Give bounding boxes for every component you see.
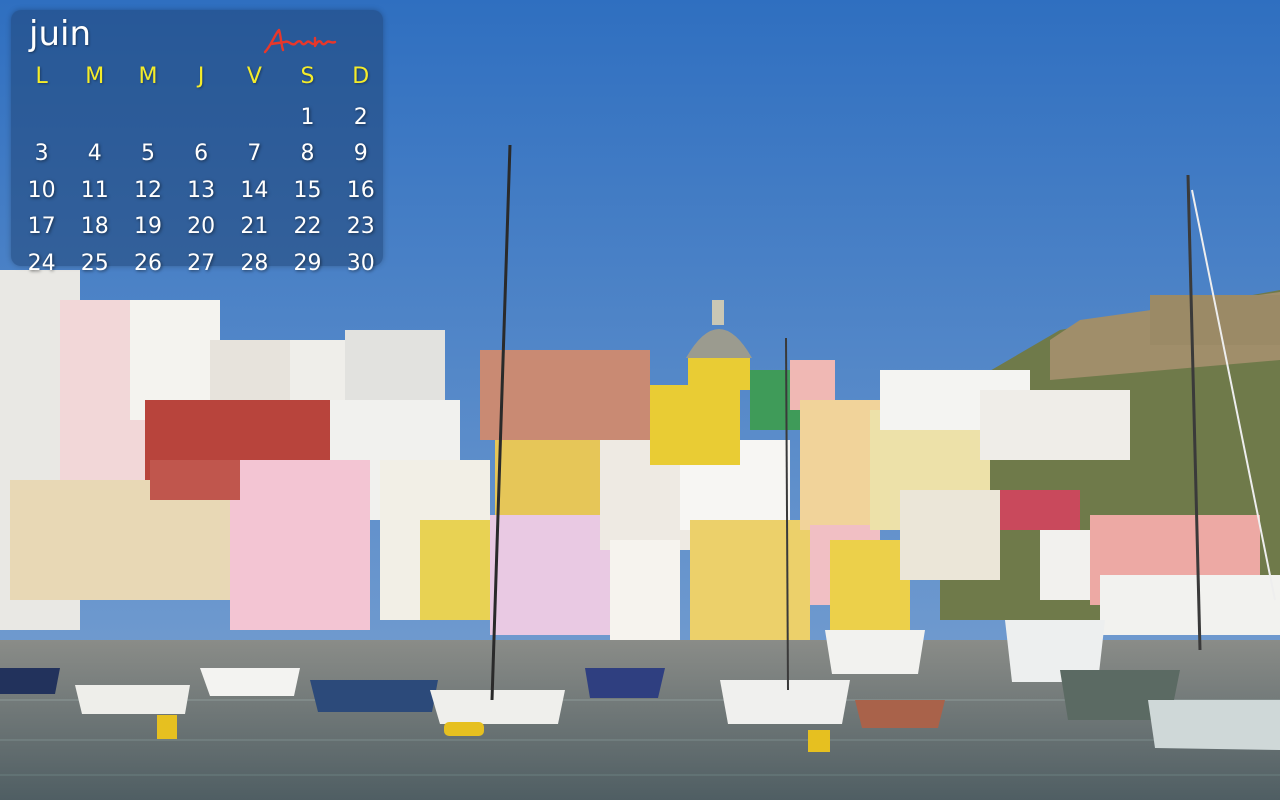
calendar-day: 21 (240, 214, 269, 240)
calendar-day: 25 (80, 250, 109, 276)
calendar-day: 17 (27, 214, 56, 240)
calendar-day: 5 (140, 141, 155, 167)
weekday-tuesday: M (85, 64, 105, 89)
calendar-day: 30 (346, 250, 375, 276)
calendar-grid: L M M J V S D 1 2 3 4 5 6 7 8 9 10 11 12… (15, 62, 388, 282)
calendar-day: 4 (87, 141, 102, 167)
calendar-day: 3 (34, 141, 49, 167)
calendar-day: 20 (187, 214, 216, 240)
calendar-month-title: juin (29, 14, 91, 54)
weekday-wednesday: M (138, 64, 158, 89)
calendar-day: 2 (353, 104, 368, 130)
calendar-day: 7 (247, 141, 262, 167)
calendar-day: 19 (133, 214, 162, 240)
calendar-day (175, 99, 228, 136)
weekday-monday: L (35, 64, 48, 89)
calendar-widget: juin L M M J V S D 1 2 3 4 5 6 7 8 9 10 … (11, 10, 383, 276)
weekday-saturday: S (300, 64, 315, 89)
signature-logo (263, 28, 337, 54)
calendar-day: 15 (293, 177, 322, 203)
calendar-day (68, 99, 121, 136)
weekday-thursday: J (197, 64, 205, 89)
calendar-day: 1 (300, 104, 315, 130)
calendar-day: 9 (353, 141, 368, 167)
calendar-day: 18 (80, 214, 109, 240)
calendar-day: 14 (240, 177, 269, 203)
weekday-sunday: D (352, 64, 370, 89)
calendar-day: 6 (194, 141, 209, 167)
calendar-day: 12 (133, 177, 162, 203)
weekday-friday: V (246, 64, 262, 89)
calendar-day: 10 (27, 177, 56, 203)
calendar-day: 29 (293, 250, 322, 276)
calendar-day: 26 (133, 250, 162, 276)
calendar-day: 28 (240, 250, 269, 276)
calendar-day: 8 (300, 141, 315, 167)
calendar-day (121, 99, 174, 136)
calendar-day: 22 (293, 214, 322, 240)
calendar-day: 13 (187, 177, 216, 203)
calendar-day: 11 (80, 177, 109, 203)
calendar-day: 24 (27, 250, 56, 276)
calendar-day: 27 (187, 250, 216, 276)
calendar-day (15, 99, 68, 136)
calendar-day: 16 (346, 177, 375, 203)
calendar-day (228, 99, 281, 136)
calendar-day: 23 (346, 214, 375, 240)
